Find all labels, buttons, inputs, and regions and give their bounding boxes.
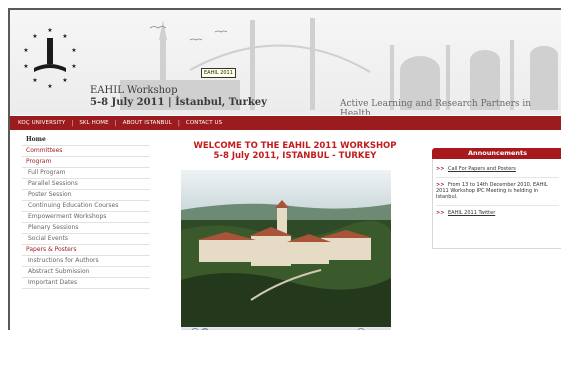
call-for-papers-link[interactable]: Call For Papers and Posters [448,166,516,172]
sidebar-item-abstract-submission[interactable]: Abstract Submission [22,267,150,278]
arrow-icon: >> [436,166,445,172]
announcements-title: Announcements [432,148,561,159]
workshop-title: EAHIL Workshop [90,85,178,96]
nav-koc-university[interactable]: KOÇ UNIVERSITY [18,120,65,126]
ipc-meeting-text: From 13 to 14th December 2010, EAHIL 201… [436,182,548,200]
announcements-list: >> Call For Papers and Posters >> From 1… [432,159,561,249]
campus-video[interactable] [181,170,391,328]
arrow-icon: >> [436,210,445,216]
welcome-line-1: WELCOME TO THE EAHIL 2011 WORKSHOP [193,141,397,151]
video-controls: ▶ ■ ◄ [181,327,391,330]
svg-text:★: ★ [23,63,28,70]
top-navigation: KOÇ UNIVERSITY | SKL HOME | ABOUT ISTANB… [10,116,561,130]
svg-text:★: ★ [47,83,52,90]
nav-contact-us[interactable]: CONTACT US [186,120,222,126]
site-tagline: Active Learning and Research Partners in… [340,99,532,115]
nav-about-istanbul[interactable]: ABOUT ISTANBUL [123,120,172,126]
welcome-heading: WELCOME TO THE EAHIL 2011 WORKSHOP 5-8 J… [160,141,430,161]
sidebar-item-program[interactable]: Program [22,157,150,168]
svg-text:★: ★ [62,77,67,84]
nav-skl-home[interactable]: SKL HOME [79,120,108,126]
svg-text:★: ★ [47,27,52,34]
announcement-item: >> Call For Papers and Posters [436,162,559,178]
sidebar-item-home[interactable]: Home [22,135,150,146]
svg-text:★: ★ [62,33,67,40]
tooltip: EAHIL 2011 [201,68,236,78]
announcement-item: >> EAHIL 2011 Twitter [436,206,559,221]
nav-separator: | [177,119,180,127]
nav-separator: | [71,119,74,127]
svg-text:★: ★ [32,77,37,84]
svg-text:★: ★ [71,63,76,70]
sidebar-item-continuing-education[interactable]: Continuing Education Courses [22,201,150,212]
sidebar-item-poster-session[interactable]: Poster Session [22,190,150,201]
header-banner: ★ ★ ★ ★ ★ ★ ★ ★ ★ ★ EAHIL 2011 EAHIL Wor… [10,10,561,115]
sidebar-item-papers-posters[interactable]: Papers & Posters [22,245,150,256]
sidebar-item-full-program[interactable]: Full Program [22,168,150,179]
welcome-line-2: 5-8 July 2011, ISTANBUL - TURKEY [213,151,377,161]
page-frame: ★ ★ ★ ★ ★ ★ ★ ★ ★ ★ EAHIL 2011 EAHIL Wor… [8,8,561,330]
svg-text:★: ★ [71,47,76,54]
sidebar-item-instructions-authors[interactable]: Instructions for Authors [22,256,150,267]
announcement-item: >> From 13 to 14th December 2010, EAHIL … [436,178,559,206]
sidebar-menu: Home Committees Program Full Program Par… [22,135,150,289]
campus-photo [181,170,391,328]
sidebar-item-plenary-sessions[interactable]: Plenary Sessions [22,223,150,234]
sidebar-item-social-events[interactable]: Social Events [22,234,150,245]
sidebar-item-parallel-sessions[interactable]: Parallel Sessions [22,179,150,190]
eahil-logo: ★ ★ ★ ★ ★ ★ ★ ★ ★ ★ [23,27,76,90]
sidebar-item-committees[interactable]: Committees [22,146,150,157]
sidebar-item-important-dates[interactable]: Important Dates [22,278,150,289]
nav-separator: | [114,119,117,127]
workshop-dates: 5-8 July 2011 | İstanbul, Turkey [90,97,267,108]
volume-icon[interactable]: ◄ [357,328,365,330]
twitter-link[interactable]: EAHIL 2011 Twitter [448,210,495,216]
svg-text:★: ★ [32,33,37,40]
announcements-panel: Announcements >> Call For Papers and Pos… [432,148,561,249]
sidebar-item-empowerment-workshops[interactable]: Empowerment Workshops [22,212,150,223]
play-icon[interactable]: ▶ [191,328,199,330]
stop-icon[interactable]: ■ [201,328,209,330]
svg-text:★: ★ [23,47,28,54]
